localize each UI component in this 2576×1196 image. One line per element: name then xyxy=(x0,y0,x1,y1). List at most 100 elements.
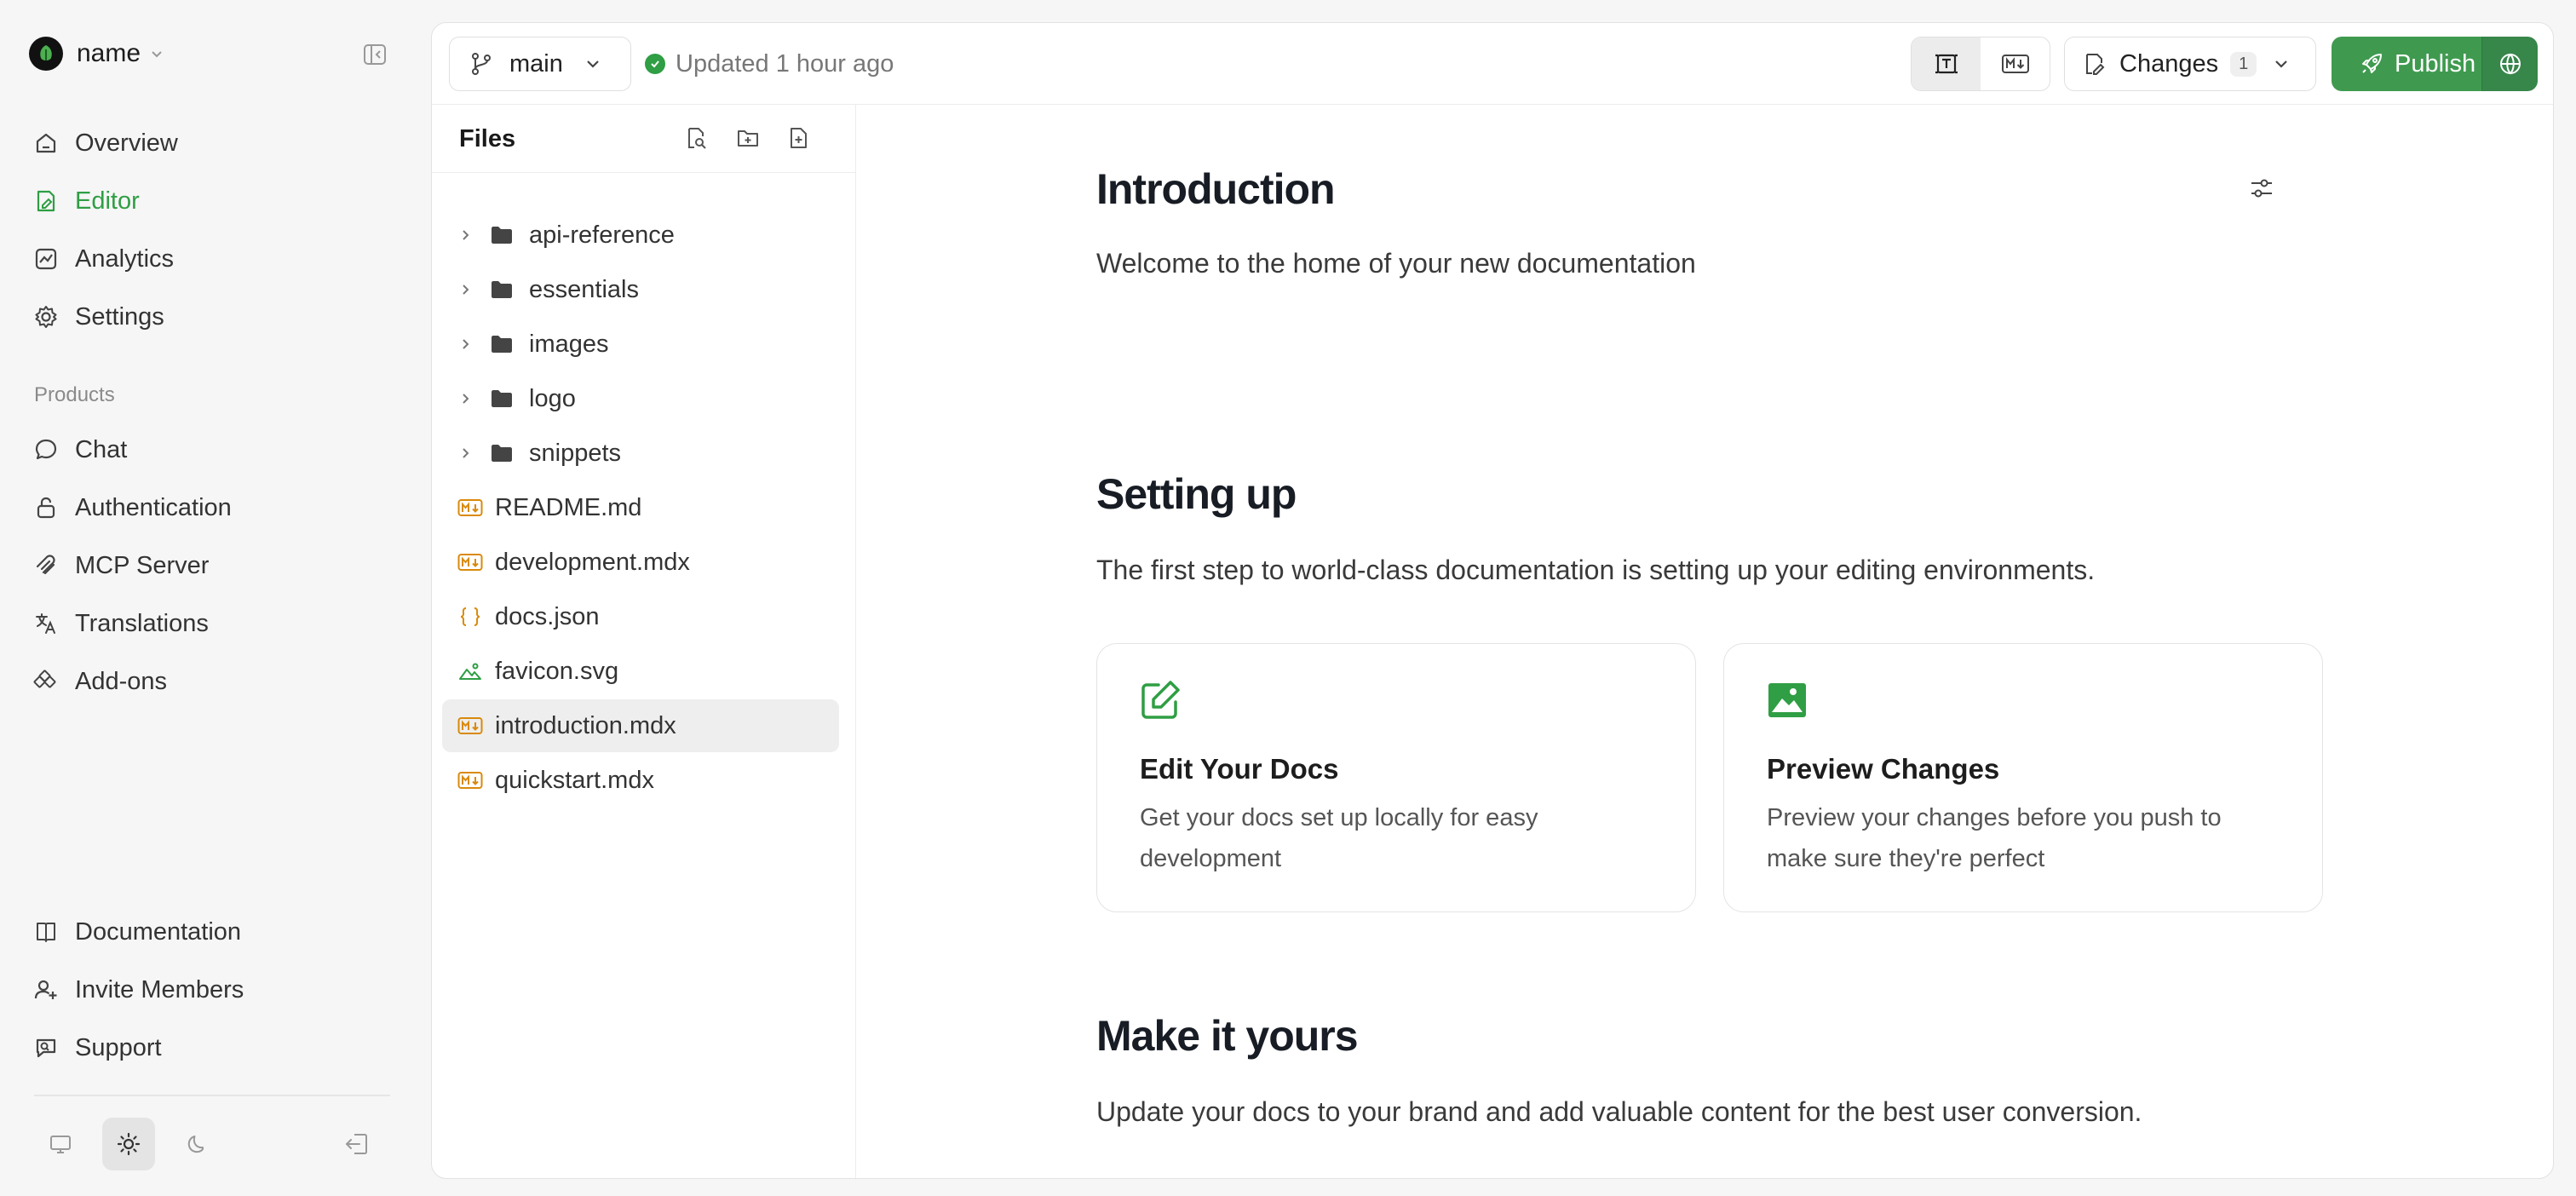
moon-icon xyxy=(184,1131,210,1157)
home-icon xyxy=(32,129,60,157)
changes-label: Changes xyxy=(2119,50,2218,78)
folder-icon xyxy=(490,443,514,463)
chevron-right-icon xyxy=(454,392,478,405)
globe-icon xyxy=(2498,51,2523,77)
translate-icon xyxy=(32,610,60,637)
chevron-right-icon xyxy=(454,283,478,296)
top-toolbar: main Updated 1 hour ago Changes 1 Publis… xyxy=(432,23,2553,105)
file-item[interactable]: favicon.svg xyxy=(442,645,839,698)
theme-dark-button[interactable] xyxy=(170,1118,223,1170)
visual-editor-mode-button[interactable] xyxy=(1912,37,1981,90)
file-item[interactable]: quickstart.mdx xyxy=(442,754,839,807)
card-edit-your-docs[interactable]: Edit Your Docs Get your docs set up loca… xyxy=(1096,643,1696,912)
section-paragraph[interactable]: Update your docs to your brand and add v… xyxy=(1096,1096,2142,1128)
analytics-icon xyxy=(32,245,60,273)
markdown-mode-button[interactable] xyxy=(1981,37,2050,90)
folder-icon xyxy=(490,279,514,300)
nav-item-add-ons[interactable]: Add-ons xyxy=(32,658,167,705)
nav-item-documentation[interactable]: Documentation xyxy=(32,908,241,956)
file-item[interactable]: docs.json xyxy=(442,590,839,643)
pencil-square-icon xyxy=(1138,678,1182,722)
card-description: Get your docs set up locally for easy de… xyxy=(1140,797,1651,879)
chevron-right-icon xyxy=(454,446,478,460)
markdown-file-icon xyxy=(457,771,483,790)
nav-label: MCP Server xyxy=(75,552,209,580)
file-name: favicon.svg xyxy=(495,658,618,686)
folder-icon xyxy=(490,388,514,409)
publish-domain-button[interactable] xyxy=(2481,37,2538,91)
markdown-file-icon xyxy=(457,716,483,735)
chevron-down-icon xyxy=(2272,55,2291,73)
folder-icon xyxy=(490,334,514,354)
new-file-icon[interactable] xyxy=(786,125,814,152)
file-item[interactable]: README.md xyxy=(442,481,839,534)
markdown-file-icon xyxy=(457,498,483,517)
nav-item-support[interactable]: Support xyxy=(32,1024,162,1072)
nav-item-chat[interactable]: Chat xyxy=(32,426,127,474)
workspace-switcher[interactable]: name xyxy=(29,34,164,73)
lock-icon xyxy=(32,494,60,521)
folder-item[interactable]: images xyxy=(442,318,839,371)
workspace-name: name xyxy=(77,39,141,68)
page-title[interactable]: Introduction xyxy=(1096,164,1335,214)
nav-label: Documentation xyxy=(75,918,241,946)
monitor-icon xyxy=(48,1131,73,1157)
document-editor[interactable]: Introduction Welcome to the home of your… xyxy=(856,105,2554,1179)
sidebar: name Overview Editor Analytics Settings … xyxy=(0,0,431,1196)
publish-button[interactable]: Publish xyxy=(2332,37,2481,91)
changes-button[interactable]: Changes 1 xyxy=(2064,37,2316,91)
folder-item[interactable]: essentials xyxy=(442,263,839,316)
page-subtitle[interactable]: Welcome to the home of your new document… xyxy=(1096,248,1696,279)
book-icon xyxy=(32,918,60,946)
nav-item-invite-members[interactable]: Invite Members xyxy=(32,966,244,1014)
folder-item[interactable]: snippets xyxy=(442,427,839,480)
nav-label: Overview xyxy=(75,129,178,158)
branch-name: main xyxy=(509,50,563,78)
search-file-icon[interactable] xyxy=(684,125,711,152)
folder-item[interactable]: logo xyxy=(442,372,839,425)
nav-item-mcp-server[interactable]: MCP Server xyxy=(32,542,209,589)
image-file-icon xyxy=(457,661,483,681)
file-explorer-title: Files xyxy=(459,125,515,153)
support-icon xyxy=(32,1034,60,1061)
markdown-icon xyxy=(2001,53,2030,75)
file-name: README.md xyxy=(495,494,641,522)
mcp-icon xyxy=(32,552,60,579)
sidebar-divider xyxy=(34,1095,390,1096)
nav-label: Invite Members xyxy=(75,976,244,1004)
section-paragraph[interactable]: The first step to world-class documentat… xyxy=(1096,555,2095,586)
branch-selector[interactable]: main xyxy=(449,37,631,91)
section-heading-make-it-yours[interactable]: Make it yours xyxy=(1096,1011,1358,1061)
file-name: docs.json xyxy=(495,603,600,631)
image-icon xyxy=(1765,678,1809,722)
file-item-selected[interactable]: introduction.mdx xyxy=(442,699,839,752)
nav-item-settings[interactable]: Settings xyxy=(32,293,164,341)
logout-icon[interactable] xyxy=(342,1130,373,1160)
changes-count-badge: 1 xyxy=(2230,52,2257,77)
git-branch-icon xyxy=(469,51,494,77)
page-settings-icon[interactable] xyxy=(2246,173,2277,204)
file-item[interactable]: development.mdx xyxy=(442,536,839,589)
sun-icon xyxy=(116,1131,141,1157)
chevron-right-icon xyxy=(454,228,478,242)
card-preview-changes[interactable]: Preview Changes Preview your changes bef… xyxy=(1723,643,2323,912)
view-mode-toggle xyxy=(1911,37,2050,91)
section-heading-setting-up[interactable]: Setting up xyxy=(1096,469,1296,519)
folder-name: images xyxy=(529,331,609,359)
folder-name: snippets xyxy=(529,440,621,468)
theme-light-button[interactable] xyxy=(102,1118,155,1170)
chevron-down-icon xyxy=(149,46,164,61)
markdown-file-icon xyxy=(457,553,483,572)
publish-label: Publish xyxy=(2395,50,2475,78)
nav-item-analytics[interactable]: Analytics xyxy=(32,235,174,283)
nav-item-editor[interactable]: Editor xyxy=(32,177,140,225)
folder-item[interactable]: api-reference xyxy=(442,209,839,262)
nav-item-translations[interactable]: Translations xyxy=(32,600,209,647)
file-name: development.mdx xyxy=(495,549,690,577)
nav-item-authentication[interactable]: Authentication xyxy=(32,484,232,532)
nav-item-overview[interactable]: Overview xyxy=(32,119,178,167)
collapse-sidebar-icon[interactable] xyxy=(361,41,388,68)
theme-system-button[interactable] xyxy=(34,1118,87,1170)
chevron-down-icon xyxy=(584,55,602,73)
new-folder-icon[interactable] xyxy=(735,125,762,152)
